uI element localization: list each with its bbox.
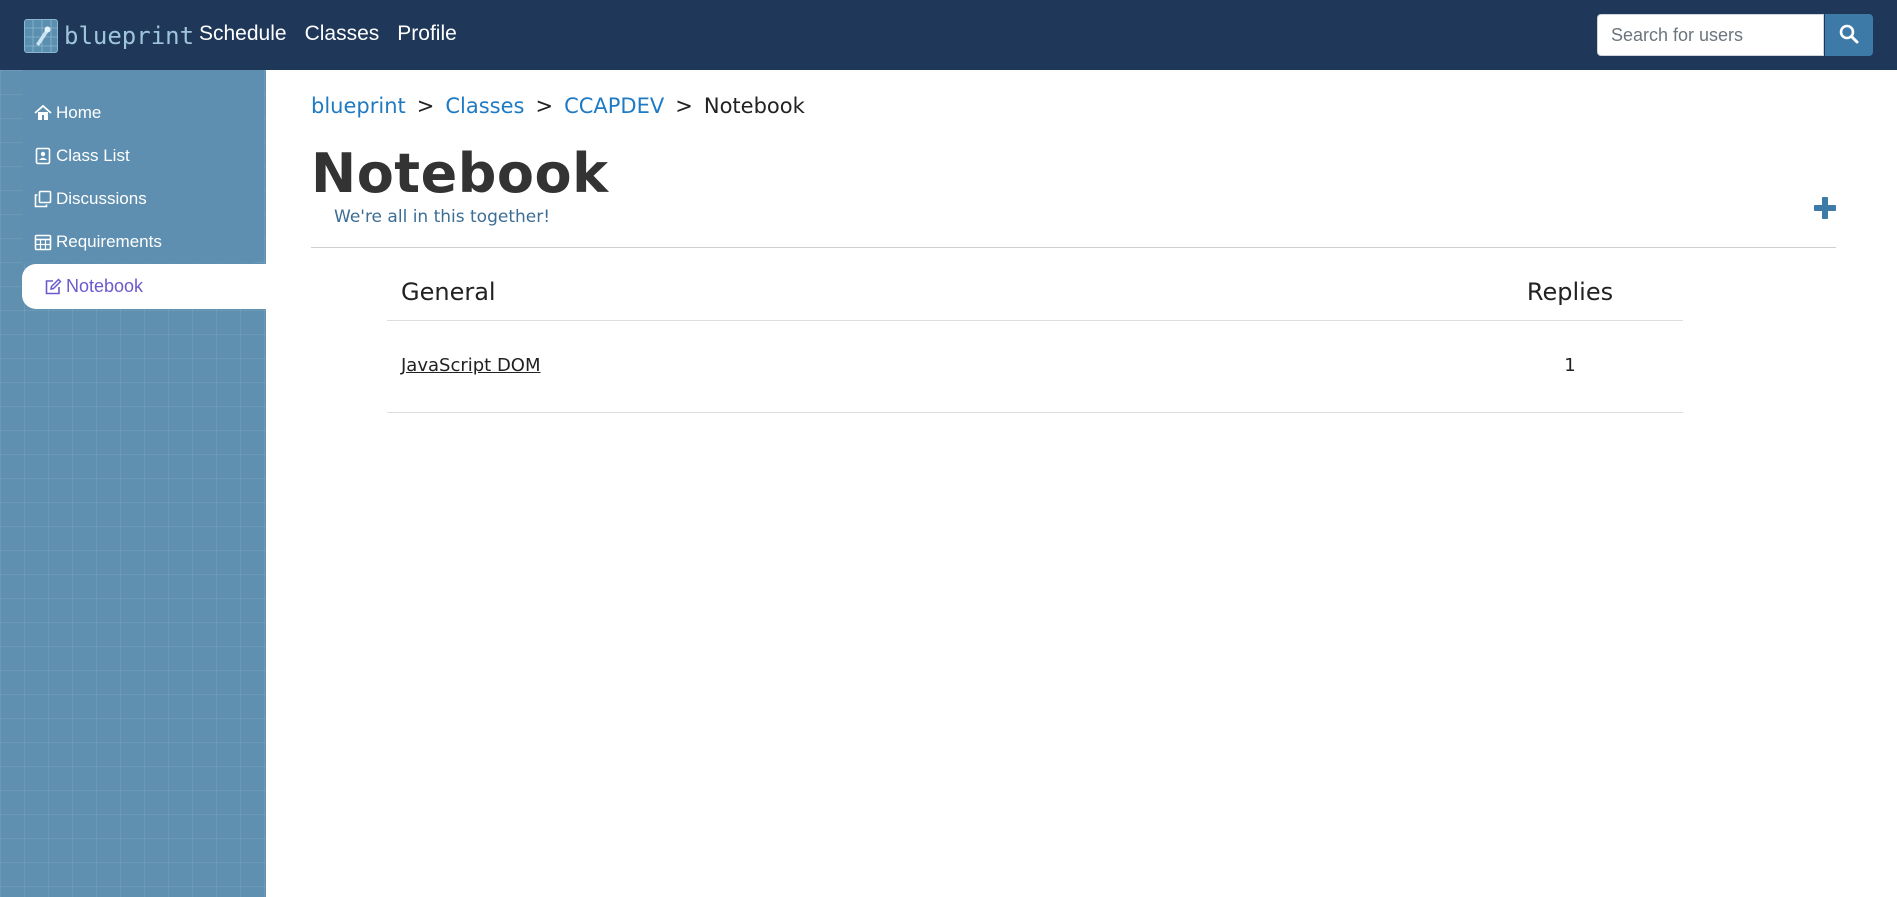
breadcrumb-link-ccapdev[interactable]: CCAPDEV (564, 94, 664, 118)
breadcrumb-separator: > (535, 94, 554, 118)
notebook-topics-table: General Replies JavaScript DOM 1 (387, 268, 1683, 413)
sidebar-item-label: Class List (56, 146, 130, 165)
page-title: Notebook (311, 142, 609, 205)
search-icon (1839, 24, 1859, 47)
breadcrumb-link-classes[interactable]: Classes (445, 94, 524, 118)
column-header-general: General (401, 278, 496, 306)
sidebar-item-label: Discussions (56, 189, 147, 208)
copy-icon (34, 190, 52, 208)
topic-link[interactable]: JavaScript DOM (401, 355, 541, 376)
breadcrumb-separator: > (675, 94, 693, 118)
search-button[interactable] (1825, 14, 1873, 56)
sidebar-item-discussions[interactable]: Discussions (34, 187, 147, 211)
home-icon (34, 104, 52, 122)
column-header-replies: Replies (1526, 278, 1614, 306)
sidebar-item-requirements[interactable]: Requirements (34, 230, 162, 254)
page-subtitle: We're all in this together! (334, 207, 551, 227)
header-divider (311, 247, 1836, 248)
brand-logo-link[interactable]: blueprint (24, 18, 194, 54)
topic-reply-count: 1 (1564, 355, 1576, 376)
plus-icon (1813, 197, 1837, 224)
add-topic-button[interactable] (1813, 196, 1837, 220)
calendar-icon (34, 233, 52, 251)
table-header-row: General Replies (387, 268, 1683, 321)
user-search-input[interactable] (1597, 14, 1824, 56)
top-navbar: blueprint Schedule Classes Profile (0, 0, 1897, 70)
sidebar-item-class-list[interactable]: Class List (34, 144, 130, 168)
blueprint-logo-icon (24, 19, 58, 53)
sidebar-item-home[interactable]: Home (34, 101, 101, 125)
nav-link-schedule[interactable]: Schedule (199, 20, 287, 48)
sidebar-item-label: Home (56, 103, 102, 122)
nav-link-profile[interactable]: Profile (397, 20, 457, 48)
brand-name: blueprint (64, 22, 195, 50)
sidebar-item-label: Notebook (66, 276, 144, 296)
nav-link-classes[interactable]: Classes (305, 20, 380, 48)
edit-icon (44, 277, 62, 296)
breadcrumb-current: Notebook (703, 94, 805, 118)
breadcrumb-link-blueprint[interactable]: blueprint (311, 94, 406, 118)
contact-card-icon (34, 147, 52, 165)
sidebar-item-label: Requirements (56, 232, 162, 251)
breadcrumb-separator: > (416, 94, 435, 118)
breadcrumb: blueprint > Classes > CCAPDEV > Notebook (311, 94, 805, 118)
main-nav: Schedule Classes Profile (199, 20, 475, 48)
table-row: JavaScript DOM 1 (387, 321, 1683, 413)
sidebar-item-notebook[interactable]: Notebook (22, 264, 266, 309)
